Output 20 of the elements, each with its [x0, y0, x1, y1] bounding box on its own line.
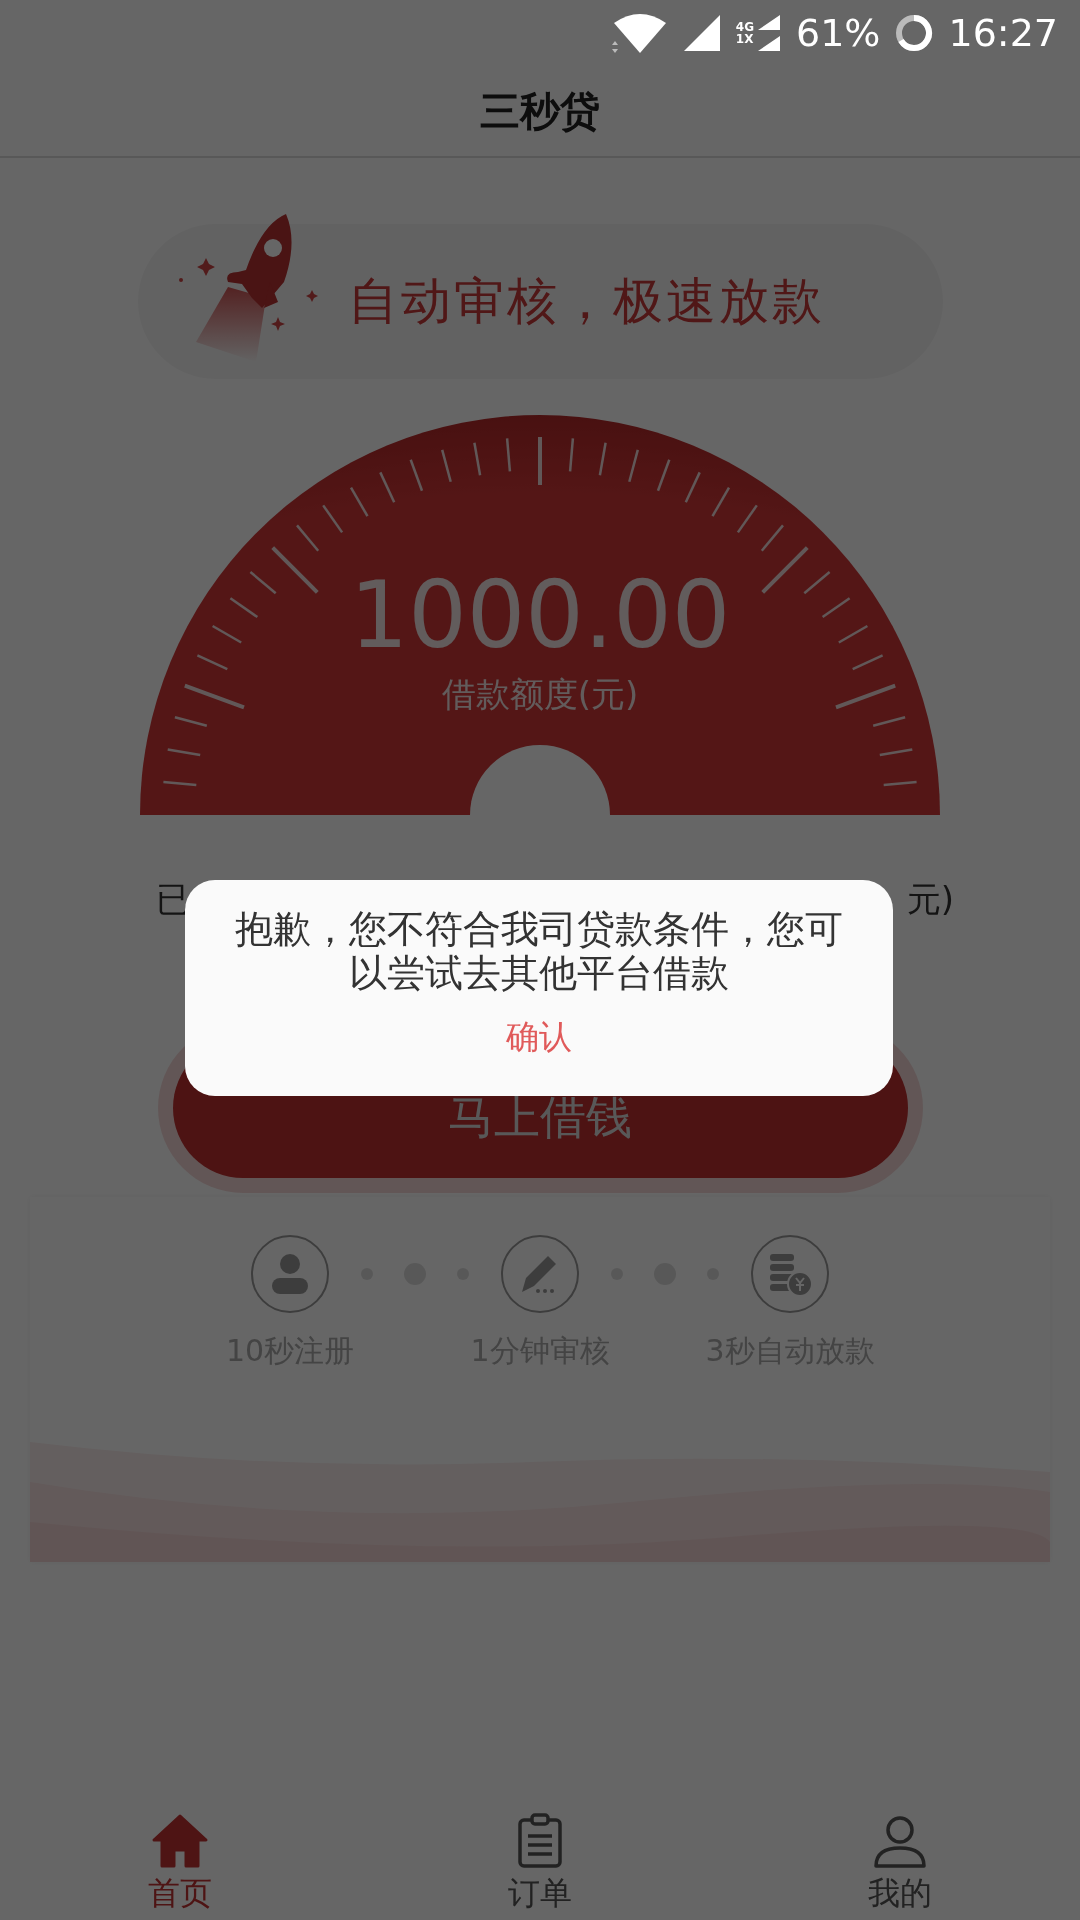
clock: 16:27: [948, 11, 1058, 55]
network-label: 4G: [735, 21, 754, 33]
wifi-icon: [611, 13, 668, 53]
amount-label: 借款额度(元): [441, 673, 639, 717]
page-title: 三秒贷: [480, 86, 600, 136]
coin-icon: [749, 1233, 831, 1315]
pencil-icon: [499, 1233, 581, 1315]
user-icon: [249, 1233, 331, 1315]
battery-percent: 61%: [796, 11, 881, 55]
dialog-message: 抱歉，您不符合我司贷款条件，您可以尝试去其他平台借款: [234, 908, 844, 996]
slogan: 自动审核，极速放款: [347, 271, 825, 332]
home-icon: [150, 1812, 210, 1870]
limit-text: 元): [906, 878, 954, 921]
signal-icon: [756, 13, 782, 53]
network-label: 1X: [735, 33, 754, 45]
nav-tab[interactable]: 订单: [440, 1812, 640, 1916]
battery-icon: [894, 13, 935, 53]
loan-amount: 1000.00: [349, 565, 731, 667]
nav-tab[interactable]: 我的: [800, 1812, 1000, 1916]
nav-tab[interactable]: 首页: [80, 1812, 280, 1916]
